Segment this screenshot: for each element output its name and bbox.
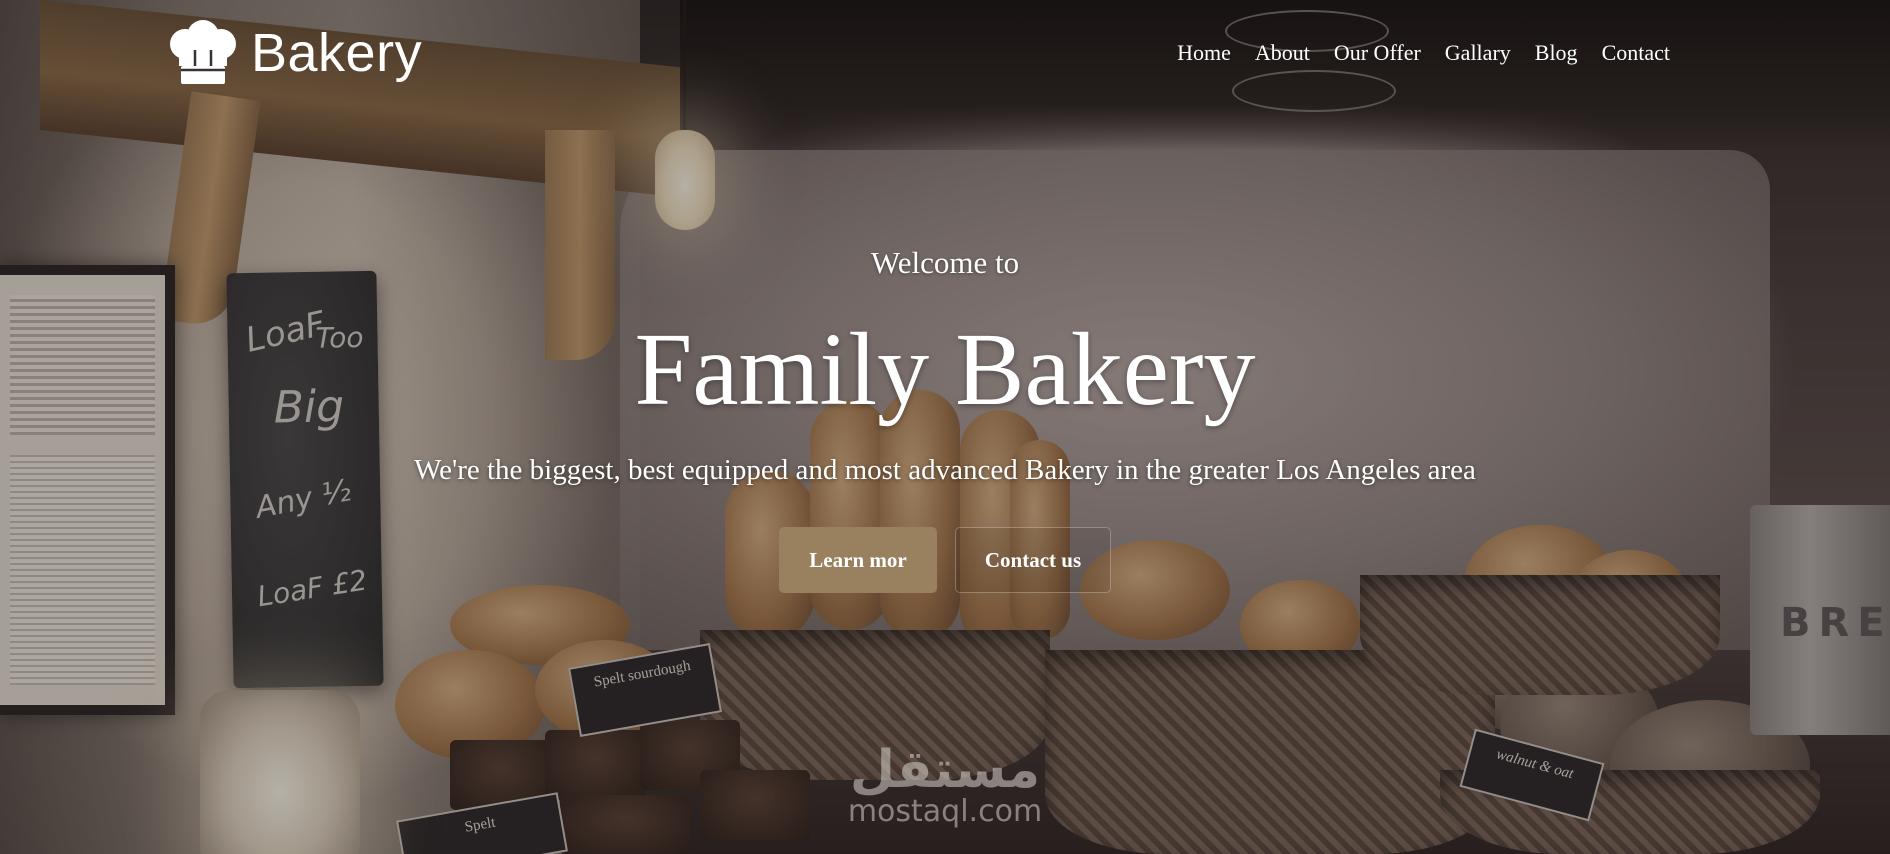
hero-actions: Learn mor Contact us: [0, 527, 1890, 593]
watermark-latin: mostaql.com: [847, 794, 1043, 829]
learn-more-button[interactable]: Learn mor: [779, 527, 937, 593]
mostaql-watermark: مستقل mostaql.com: [830, 742, 1060, 842]
watermark-arabic: مستقل: [849, 740, 1041, 800]
hero-section: Welcome to Family Bakery We're the bigge…: [0, 0, 1890, 854]
hero-welcome-text: Welcome to: [870, 245, 1020, 280]
hero-title: Family Bakery: [634, 312, 1256, 427]
hero-subtitle: We're the biggest, best equipped and mos…: [414, 454, 1476, 486]
contact-us-button[interactable]: Contact us: [955, 527, 1111, 593]
